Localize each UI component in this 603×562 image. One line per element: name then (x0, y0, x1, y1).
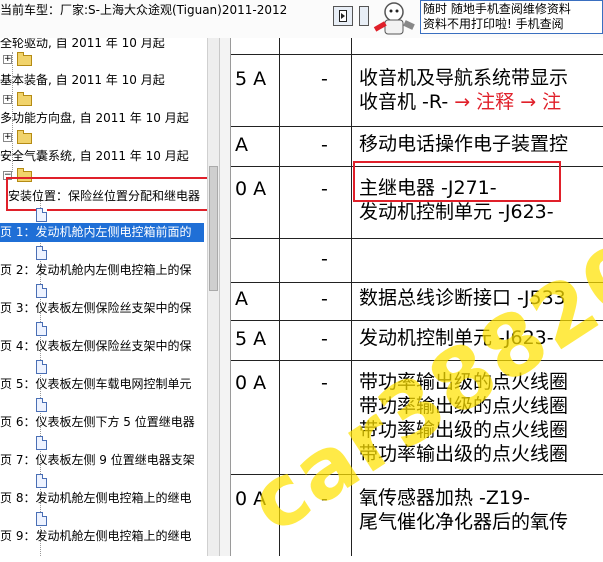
table-row-divider (231, 238, 603, 239)
description-line: 发动机控制单元 -J623- (359, 327, 554, 349)
tree-item-page-6[interactable]: 页 6：仪表板左侧下方 5 位置继电器 (0, 413, 195, 432)
scrollbar-thumb[interactable] (209, 166, 218, 291)
fuse-description: 收音机及导航系统带显示 收音机 -R- → 注释 → 注 (359, 66, 568, 114)
document-icon (36, 512, 47, 526)
ad-banner[interactable]: 随时 随地手机查阅维修资料 资料不用打印啦! 手机查阅 (420, 0, 603, 34)
document-icon (36, 360, 47, 374)
document-icon (36, 208, 47, 222)
fuse-description: 氧传感器加热 -Z19- 尾气催化净化器后的氧传 (359, 486, 568, 534)
tree-item[interactable]: 安全气囊系统, 自 2011 年 10 月起 (0, 147, 189, 166)
expand-icon[interactable]: + (3, 55, 12, 64)
tree-item[interactable]: 多功能方向盘, 自 2011 年 10 月起 (0, 109, 189, 128)
description-line: 带功率输出级的点火线圈 (359, 443, 569, 465)
fuse-description: 移动电话操作电子装置控 (359, 132, 568, 156)
tree-item-page-1[interactable]: 页 1：发动机舱内左侧电控箱前面的 (0, 223, 204, 242)
description-line: 尾气催化净化器后的氧传 (359, 511, 569, 533)
description-line: 收音机 -R- → 注释 → 注 (359, 91, 562, 113)
document-icon (36, 474, 47, 488)
tree-item-page-9[interactable]: 页 9：发动机舱左侧电控箱上的继电 (0, 527, 191, 546)
tree-item-label: 基本装备, 自 2011 年 10 月起 (0, 73, 165, 87)
table-row-divider (231, 126, 603, 127)
current-vehicle-title: 当前车型：厂家:S-上海大众途观(Tiguan)2011-2012 (0, 3, 288, 17)
note-link[interactable]: → 注释 → 注 (448, 91, 561, 113)
fuse-description: 带功率输出级的点火线圈 带功率输出级的点火线圈 带功率输出级的点火线圈 带功率输… (359, 370, 568, 466)
ad-line-1: 随时 随地手机查阅维修资料 (423, 2, 571, 16)
fuse-dash: - (321, 178, 328, 200)
tree-item-label: 全轮驱动, 自 2011 年 10 月起 (0, 38, 165, 50)
folder-icon (17, 130, 32, 144)
fuse-rating: 5 A (235, 328, 267, 350)
tree-item-page-7[interactable]: 页 7：仪表板左侧 9 位置继电器支架 (0, 451, 195, 470)
fuse-description: 发动机控制单元 -J623- (359, 326, 554, 350)
tree-item-page-2[interactable]: 页 2：发动机舱内左侧电控箱上的保 (0, 261, 191, 280)
description-line: 发动机控制单元 -J623- (359, 201, 554, 223)
table-column-divider (279, 38, 280, 556)
tree-item-label: 页 7：仪表板左侧 9 位置继电器支架 (0, 453, 195, 467)
table-row-divider (231, 474, 603, 475)
fuse-rating: A (235, 288, 248, 310)
description-line: 氧传感器加热 -Z19- (359, 487, 530, 509)
tree-item-label: 安全气囊系统, 自 2011 年 10 月起 (0, 149, 189, 163)
highlight-box (353, 161, 561, 202)
document-icon (36, 284, 47, 298)
description-line: 数据总线诊断接口 -J533 (359, 287, 566, 309)
document-icon (36, 322, 47, 336)
tree-item-page-8[interactable]: 页 8：发动机舱左侧电控箱上的继电 (0, 489, 191, 508)
tree-item-label: 页 5：仪表板左侧车载电网控制单元 (0, 377, 192, 391)
ad-line-2: 资料不用打印啦! 手机查阅 (423, 17, 564, 31)
navigation-tree: 全轮驱动, 自 2011 年 10 月起 + 基本装备, 自 2011 年 10… (0, 38, 207, 556)
table-row-divider (231, 360, 603, 361)
fuse-dash: - (321, 134, 328, 156)
fuse-dash: - (321, 288, 328, 310)
page-arrow-icon (339, 10, 347, 22)
tree-item-label: 页 2：发动机舱内左侧电控箱上的保 (0, 263, 192, 277)
fuse-dash: - (321, 372, 328, 394)
tree-item-label: 多功能方向盘, 自 2011 年 10 月起 (0, 111, 189, 125)
fuse-rating: 0 A (235, 372, 267, 394)
fuse-dash: - (321, 488, 328, 510)
tree-item-page-3[interactable]: 页 3：仪表板左侧保险丝支架中的保 (0, 299, 191, 318)
document-icon (36, 246, 47, 260)
fuse-rating: 0 A (235, 178, 267, 200)
toolbar-nav-button[interactable] (333, 6, 353, 26)
folder-icon (17, 92, 32, 106)
fuse-dash: - (321, 328, 328, 350)
fuse-rating: A (235, 134, 248, 156)
fuse-rating: 0 A (235, 488, 267, 510)
tree-item[interactable]: 全轮驱动, 自 2011 年 10 月起 (0, 38, 165, 53)
tree-item[interactable]: 基本装备, 自 2011 年 10 月起 (0, 71, 165, 90)
tree-item-page-4[interactable]: 页 4：仪表板左侧保险丝支架中的保 (0, 337, 191, 356)
tree-item-label: 页 8：发动机舱左侧电控箱上的继电 (0, 491, 192, 505)
tree-item-label: 页 6：仪表板左侧下方 5 位置继电器 (0, 415, 195, 429)
fuse-table: 5 A - 收音机及导航系统带显示 收音机 -R- → 注释 → 注 A - 移… (231, 38, 603, 556)
table-row-divider (231, 320, 603, 321)
description-line: 带功率输出级的点火线圈 (359, 419, 569, 441)
tree-item-label: 页 4：仪表板左侧保险丝支架中的保 (0, 339, 192, 353)
table-row-divider (231, 54, 603, 55)
expand-icon[interactable]: + (3, 133, 12, 142)
tree-scrollbar[interactable] (207, 38, 219, 556)
document-icon (36, 436, 47, 450)
pane-splitter[interactable] (219, 38, 231, 556)
description-line: 移动电话操作电子装置控 (359, 133, 569, 155)
ad-mascot-icon (373, 2, 415, 35)
top-bar: 当前车型：厂家:S-上海大众途观(Tiguan)2011-2012 随时 随地手… (0, 0, 603, 39)
expand-icon[interactable]: + (3, 95, 12, 104)
fuse-dash: - (321, 68, 328, 90)
table-column-divider (351, 38, 352, 556)
folder-icon (17, 52, 32, 66)
fuse-description: 数据总线诊断接口 -J533 (359, 286, 566, 310)
description-line: 带功率输出级的点火线圈 (359, 371, 569, 393)
fuse-dash: - (321, 248, 328, 270)
highlight-box (6, 177, 207, 211)
tree-item-label: 页 9：发动机舱左侧电控箱上的继电 (0, 529, 192, 543)
description-line: 收音机及导航系统带显示 (359, 67, 569, 89)
tree-item-page-5[interactable]: 页 5：仪表板左侧车载电网控制单元 (0, 375, 191, 394)
description-line: 带功率输出级的点火线圈 (359, 395, 569, 417)
fuse-rating: 5 A (235, 68, 267, 90)
tree-item-label: 页 3：仪表板左侧保险丝支架中的保 (0, 301, 192, 315)
table-row-divider (231, 282, 603, 283)
document-icon (36, 398, 47, 412)
tree-item-label: 页 1：发动机舱内左侧电控箱前面的 (0, 225, 192, 239)
